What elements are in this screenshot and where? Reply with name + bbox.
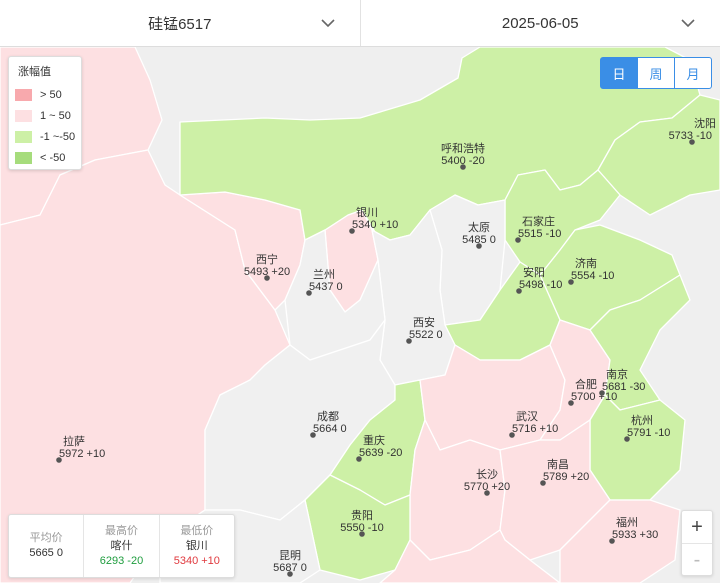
city-name: 兰州 <box>313 268 335 281</box>
city-name: 太原 <box>468 221 490 234</box>
legend: 涨幅值 > 50 1 ~ 50 -1 ~-50 < -50 <box>8 56 82 170</box>
product-select[interactable]: 硅锰6517 <box>0 0 360 46</box>
date-select[interactable]: 2025-06-05 <box>359 0 720 46</box>
city-price: 5550 -10 <box>340 522 383 534</box>
high-price-label: 最高价 <box>104 524 138 537</box>
legend-item[interactable]: 1 ~ 50 <box>15 110 71 122</box>
city-price: 5498 -10 <box>519 279 562 291</box>
legend-item-label: -1 ~-50 <box>40 131 76 143</box>
tab-week[interactable]: 周 <box>637 57 675 89</box>
high-price-city: 喀什 <box>110 539 133 552</box>
tab-month[interactable]: 月 <box>674 57 712 89</box>
date-select-value: 2025-06-05 <box>501 14 579 32</box>
province-map[interactable]: 呼和浩特5400 -20沈阳5733 -10银川5340 +10 太原5485 0… <box>0 47 720 583</box>
low-price-city: 银川 <box>185 539 208 552</box>
city-name: 武汉 <box>516 410 538 423</box>
city-price: 5791 -10 <box>627 427 670 439</box>
city-name: 呼和浩特 <box>441 141 485 155</box>
city-name: 重庆 <box>363 433 385 447</box>
city-price: 5493 +20 <box>244 266 290 278</box>
top-bar: 硅锰6517 2025-06-05 <box>0 0 720 47</box>
city-name: 济南 <box>575 256 597 270</box>
legend-swatch <box>15 89 32 101</box>
period-tabs: 日 周 月 <box>600 57 712 89</box>
legend-title: 涨幅值 <box>18 66 51 78</box>
city-name: 杭州 <box>631 413 653 427</box>
zoom-control: + - <box>681 510 713 576</box>
zoom-out-button[interactable]: - <box>682 543 712 576</box>
city-price: 5687 0 <box>273 562 307 574</box>
city-name: 福州 <box>616 515 638 529</box>
city-price: 5340 +10 <box>352 219 398 231</box>
city-name: 合肥 <box>575 377 597 391</box>
city-price: 5554 -10 <box>571 270 614 282</box>
city-price: 5639 -20 <box>359 447 402 459</box>
legend-swatch <box>15 152 32 164</box>
city-name: 安阳 <box>523 265 545 279</box>
city-name: 成都 <box>317 410 339 423</box>
city-price: 5770 +20 <box>464 481 510 493</box>
city-name: 西安 <box>413 315 435 329</box>
city-price: 5522 0 <box>409 329 443 341</box>
city-price: 5681 -30 <box>602 381 645 393</box>
city-name: 拉萨 <box>63 434 85 448</box>
city-marker[interactable]: 石家庄5515 -10 <box>515 214 561 243</box>
avg-price-block: 平均价 5665 0 <box>9 515 83 577</box>
zoom-in-button[interactable]: + <box>682 511 712 543</box>
avg-price-value: 5665 0 <box>29 547 63 559</box>
city-name: 西宁 <box>256 252 278 266</box>
city-price: 5933 +30 <box>612 529 658 541</box>
legend-item[interactable]: > 50 <box>15 89 62 101</box>
city-price: 5972 +10 <box>59 448 105 460</box>
legend-item[interactable]: -1 ~-50 <box>15 131 75 143</box>
city-name: 南京 <box>606 367 628 381</box>
low-price-label: 最低价 <box>180 524 214 537</box>
city-price: 5664 0 <box>313 423 347 435</box>
city-name: 沈阳 <box>694 116 716 130</box>
legend-item-label: 1 ~ 50 <box>40 110 71 122</box>
price-summary: 平均价 5665 0 最高价 喀什 6293 -20 最低价 银川 5340 +… <box>8 514 235 578</box>
avg-price-label: 平均价 <box>29 532 63 544</box>
legend-swatch <box>15 110 32 122</box>
city-name: 银川 <box>356 205 378 219</box>
city-name: 昆明 <box>279 549 301 562</box>
legend-item-label: > 50 <box>40 89 62 101</box>
city-marker[interactable]: 呼和浩特5400 -20 <box>441 141 485 170</box>
city-price: 5733 -10 <box>669 130 712 142</box>
city-name: 南昌 <box>547 458 569 471</box>
city-price: 5716 +10 <box>512 423 558 435</box>
city-price: 5485 0 <box>462 234 496 246</box>
city-name: 石家庄 <box>522 214 555 228</box>
legend-swatch <box>15 131 32 143</box>
chevron-down-icon <box>681 19 695 28</box>
chevron-down-icon <box>320 19 335 28</box>
legend-item-label: < -50 <box>40 152 66 164</box>
city-price: 5515 -10 <box>518 228 561 240</box>
city-price: 5437 0 <box>309 281 343 293</box>
high-price-block: 最高价 喀什 6293 -20 <box>83 515 158 577</box>
city-price: 5789 +20 <box>543 471 589 483</box>
low-price-value: 5340 +10 <box>173 554 220 567</box>
city-name: 贵阳 <box>351 509 373 522</box>
legend-item[interactable]: < -50 <box>15 152 65 164</box>
city-name: 长沙 <box>476 468 498 481</box>
low-price-block: 最低价 银川 5340 +10 <box>158 515 234 577</box>
tab-day[interactable]: 日 <box>600 57 638 89</box>
high-price-value: 6293 -20 <box>99 554 144 567</box>
city-price: 5400 -20 <box>441 155 484 167</box>
product-select-value: 硅锰6517 <box>148 15 212 33</box>
